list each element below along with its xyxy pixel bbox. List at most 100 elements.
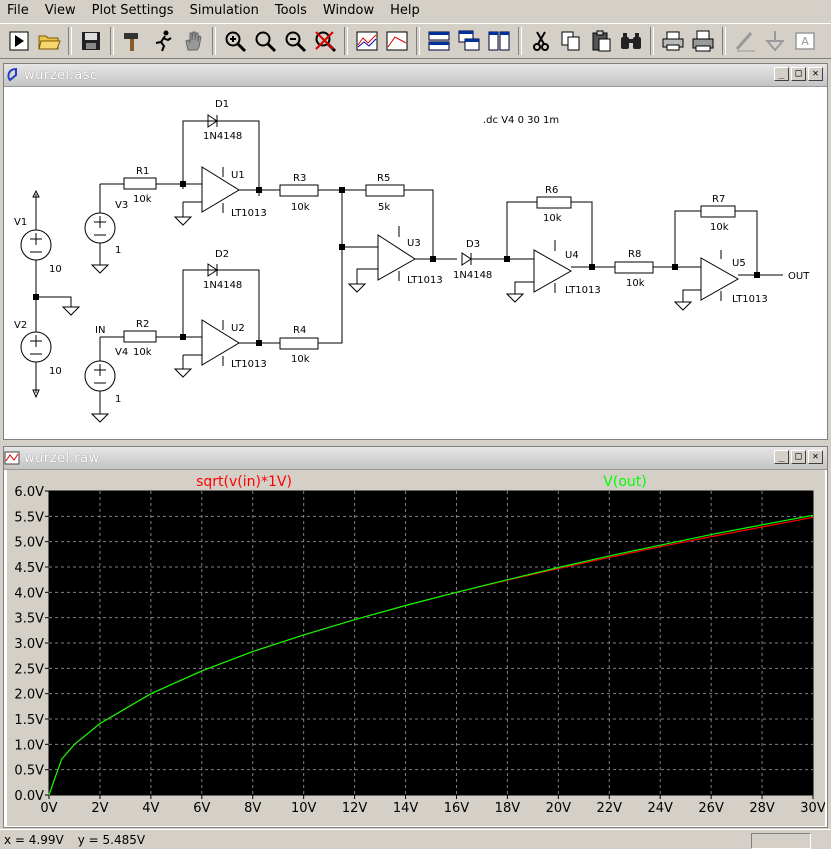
u3-model: LT1013 [407,275,443,286]
r4-value: 10k [291,354,310,365]
r8-value: 10k [626,278,645,289]
zoom-out-button[interactable] [282,28,308,54]
plot-titlebar[interactable]: wurzel.raw _ □ ✕ [4,447,827,470]
menu-window[interactable]: Window [316,0,383,22]
v1-name: V1 [14,217,27,228]
run-icon [9,31,29,51]
d1-model: 1N4148 [203,131,242,142]
tile-vertical-button[interactable] [486,28,512,54]
d1-name: D1 [215,99,229,110]
find-icon [621,33,641,49]
r6-name: R6 [545,185,558,196]
menu-view[interactable]: View [38,0,85,22]
open-button[interactable] [36,28,62,54]
svg-text:A: A [801,35,809,48]
r2-name: R2 [136,319,149,330]
legend-label-vout: V(out) [603,474,646,490]
toolbar-separator [110,27,114,55]
plot-delete-icon [386,31,408,51]
zoom-out-icon [285,31,307,53]
print-setup-button[interactable] [660,28,686,54]
x-tick-label: 6V [193,801,210,816]
draw-wire-button[interactable] [732,28,758,54]
maximize-button[interactable]: □ [791,67,806,81]
plot-delete-button[interactable] [384,28,410,54]
menu-plot-settings[interactable]: Plot Settings [85,0,183,22]
plot-area[interactable]: 0V 2V 4V 6V 8V 10V 12V 14V 16V 18V 20V 22V 24V 26V 28V… [7,470,826,826]
run-simulation-button[interactable] [150,28,176,54]
r6-value: 10k [543,213,562,224]
cut-icon [533,31,549,51]
label-icon: A [795,32,815,50]
paste-icon [592,30,611,52]
x-tick-label: 2V [91,801,108,816]
u2-model: LT1013 [231,359,267,370]
toolbar-separator [212,27,216,55]
plot-pane-button[interactable] [354,28,380,54]
y-tick-label: 2.0V [14,688,44,703]
x-tick-label: 16V [444,801,470,816]
zoom-cancel-button[interactable] [312,28,338,54]
schematic-window[interactable]: wurzel.asc _ □ ✕ .dc V4 0 30 1m V1 10 V2… [3,63,828,440]
schematic-canvas[interactable]: .dc V4 0 30 1m V1 10 V2 10 V3 1 V4 1 IN … [7,87,824,437]
minimize-button[interactable]: _ [774,67,789,81]
r5-value: 5k [378,202,390,213]
u2-name: U2 [231,323,245,334]
ground-button[interactable] [762,28,788,54]
v2-value: 10 [49,366,62,377]
menu-file[interactable]: File [0,0,38,22]
x-tick-label: 10V [291,801,317,816]
hammer-button[interactable] [120,28,146,54]
save-button[interactable] [78,28,104,54]
waveform-plot[interactable]: 0V 2V 4V 6V 8V 10V 12V 14V 16V 18V 20V 22V 24V 26V 28V… [7,470,825,826]
menu-tools[interactable]: Tools [268,0,316,22]
v2-name: V2 [14,320,27,331]
u4-name: U4 [565,250,579,261]
halt-button[interactable] [180,28,206,54]
hammer-icon [124,33,138,51]
y-tick-label: 1.0V [14,738,44,753]
y-tick-label: 2.5V [14,662,44,677]
plot-window-title: wurzel.raw [24,450,100,466]
d3-model: 1N4148 [453,270,492,281]
close-button[interactable]: ✕ [808,67,823,81]
zoom-in-button[interactable] [222,28,248,54]
print-button[interactable] [690,28,716,54]
plot-pane-icon [356,31,378,51]
menu-help[interactable]: Help [383,0,429,22]
cascade-button[interactable] [456,28,482,54]
tile-horizontal-button[interactable] [426,28,452,54]
x-tick-label: 18V [495,801,521,816]
r7-value: 10k [710,222,729,233]
toolbar-separator [722,27,726,55]
plot-window[interactable]: wurzel.raw _ □ ✕ 0V 2V 4V 6V 8V 10V 12V 14V 16V 1… [3,446,828,828]
copy-button[interactable] [558,28,584,54]
zoom-fit-button[interactable] [252,28,278,54]
u4-model: LT1013 [565,285,601,296]
y-tick-label: 4.5V [14,561,44,576]
y-tick-label: 3.5V [14,612,44,627]
close-button[interactable]: ✕ [808,450,823,464]
y-tick-label: 6.0V [14,485,44,500]
sim-directive[interactable]: .dc V4 0 30 1m [483,115,559,126]
paste-button[interactable] [588,28,614,54]
zoom-fit-icon [255,31,277,53]
menu-simulation[interactable]: Simulation [183,0,268,22]
u5-model: LT1013 [732,294,768,305]
d3-name: D3 [466,239,480,250]
cut-button[interactable] [528,28,554,54]
zoom-in-icon [225,31,247,53]
schematic-file-icon [7,67,17,82]
r2-value: 10k [133,347,152,358]
label-net-button[interactable]: A [792,28,818,54]
minimize-button[interactable]: _ [774,450,789,464]
v3-value: 1 [115,245,121,256]
toolbar-separator [416,27,420,55]
zoom-cancel-icon [315,31,337,53]
find-button[interactable] [618,28,644,54]
schematic-titlebar[interactable]: wurzel.asc _ □ ✕ [4,64,827,87]
r3-name: R3 [293,173,306,184]
d2-model: 1N4148 [203,280,242,291]
maximize-button[interactable]: □ [791,450,806,464]
run-button[interactable] [6,28,32,54]
